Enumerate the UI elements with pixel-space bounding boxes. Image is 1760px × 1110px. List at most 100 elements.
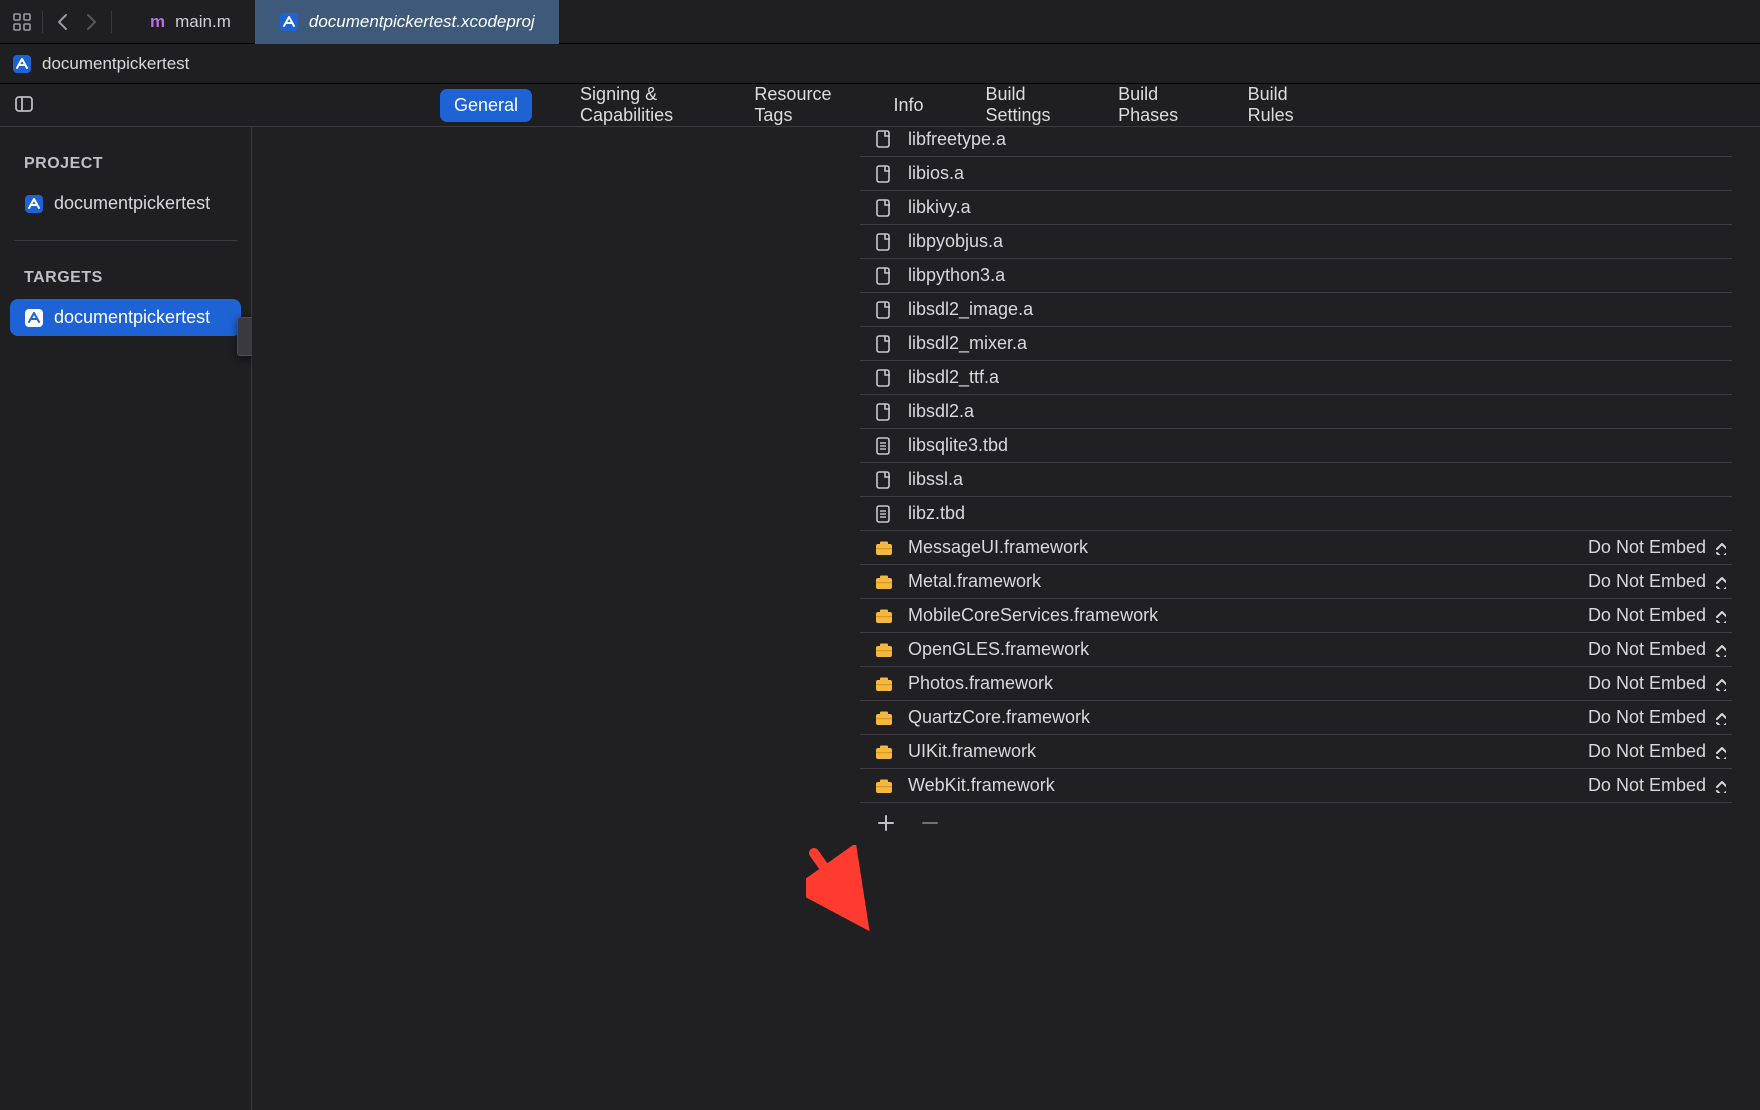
list-buttons [860,802,1732,842]
embed-label: Do Not Embed [1588,707,1706,728]
config-tab-build-settings[interactable]: Build Settings [972,78,1071,132]
sidebar-target-item[interactable]: documentpickertest [10,299,241,336]
table-row[interactable]: QuartzCore.frameworkDo Not Embed [860,700,1732,734]
table-row[interactable]: MobileCoreServices.frameworkDo Not Embed [860,598,1732,632]
table-row[interactable]: libkivy.a [860,190,1732,224]
tab-label: main.m [175,12,231,32]
table-row[interactable]: WebKit.frameworkDo Not Embed [860,768,1732,802]
tab-xcodeproj[interactable]: documentpickertest.xcodeproj [255,0,559,44]
tab-main-m[interactable]: m main.m [126,0,255,44]
file-name: libkivy.a [908,197,1732,218]
table-row[interactable]: libios.a [860,156,1732,190]
table-row[interactable]: libsdl2_image.a [860,292,1732,326]
archive-file-icon [872,402,896,422]
framework-icon [872,742,896,762]
chevron-updown-icon [1712,541,1726,555]
config-tab-info[interactable]: Info [879,89,937,122]
table-row[interactable]: libpyobjus.a [860,224,1732,258]
framework-icon [872,708,896,728]
file-name: libpython3.a [908,265,1732,286]
nav-forward-icon[interactable] [81,12,101,32]
embed-selector[interactable]: Do Not Embed [1588,571,1732,592]
divider [111,11,112,33]
file-name: libsqlite3.tbd [908,435,1732,456]
main-content: libfreetype.a libios.a libkivy.a libpyobjus… [252,127,1760,1110]
embed-selector[interactable]: Do Not Embed [1588,673,1732,694]
file-name: QuartzCore.framework [908,707,1588,728]
archive-file-icon [872,334,896,354]
chevron-updown-icon [1712,779,1726,793]
archive-file-icon [872,232,896,252]
tbd-file-icon [872,504,896,524]
framework-icon [872,572,896,592]
tab-label: documentpickertest.xcodeproj [309,12,535,32]
chevron-updown-icon [1712,575,1726,589]
sidebar-item-label: documentpickertest [54,193,210,214]
chevron-updown-icon [1712,677,1726,691]
table-row[interactable]: libssl.a [860,462,1732,496]
table-row[interactable]: libsdl2_mixer.a [860,326,1732,360]
file-name: libsdl2.a [908,401,1732,422]
sidebar-project-item[interactable]: documentpickertest [10,185,241,222]
chevron-updown-icon [1712,745,1726,759]
file-name: libz.tbd [908,503,1732,524]
embed-selector[interactable]: Do Not Embed [1588,537,1732,558]
toggle-sidebar-icon[interactable] [0,94,50,116]
file-name: libsdl2_image.a [908,299,1732,320]
config-tabs: General Signing & Capabilities Resource Ta… [440,78,1320,132]
embed-selector[interactable]: Do Not Embed [1588,775,1732,796]
table-row[interactable]: libsqlite3.tbd [860,428,1732,462]
archive-file-icon [872,300,896,320]
file-name: WebKit.framework [908,775,1588,796]
table-row[interactable]: UIKit.frameworkDo Not Embed [860,734,1732,768]
file-name: MobileCoreServices.framework [908,605,1588,626]
tbd-file-icon [872,436,896,456]
chevron-updown-icon [1712,711,1726,725]
related-items-icon[interactable] [12,12,32,32]
config-tab-signing-capabilities[interactable]: Signing & Capabilities [566,78,706,132]
archive-file-icon [872,129,896,149]
framework-icon [872,538,896,558]
file-name: libssl.a [908,469,1732,490]
file-name: libfreetype.a [908,129,1732,150]
table-row[interactable]: libsdl2.a [860,394,1732,428]
table-row[interactable]: MessageUI.frameworkDo Not Embed [860,530,1732,564]
archive-file-icon [872,470,896,490]
embed-selector[interactable]: Do Not Embed [1588,707,1732,728]
embed-label: Do Not Embed [1588,605,1706,626]
nav-back-icon[interactable] [53,12,73,32]
config-tab-build-rules[interactable]: Build Rules [1234,78,1320,132]
chevron-updown-icon [1712,643,1726,657]
table-row[interactable]: Metal.frameworkDo Not Embed [860,564,1732,598]
file-name: libios.a [908,163,1732,184]
sidebar-header-targets: TARGETS [10,263,241,299]
embed-label: Do Not Embed [1588,741,1706,762]
table-row[interactable]: libsdl2_ttf.a [860,360,1732,394]
file-name: UIKit.framework [908,741,1588,762]
table-row[interactable]: Photos.frameworkDo Not Embed [860,666,1732,700]
config-tab-general[interactable]: General [440,89,532,122]
file-name: OpenGLES.framework [908,639,1588,660]
add-button[interactable] [876,813,896,833]
divider [14,240,237,241]
framework-icon [872,606,896,626]
xcode-project-icon [279,12,299,32]
file-name: Photos.framework [908,673,1588,694]
sidebar-item-label: documentpickertest [54,307,210,328]
embed-selector[interactable]: Do Not Embed [1588,741,1732,762]
config-tab-build-phases[interactable]: Build Phases [1104,78,1199,132]
framework-icon [872,640,896,660]
embed-selector[interactable]: Do Not Embed [1588,639,1732,660]
table-row[interactable]: libpython3.a [860,258,1732,292]
table-row[interactable]: OpenGLES.frameworkDo Not Embed [860,632,1732,666]
embed-label: Do Not Embed [1588,639,1706,660]
table-row[interactable]: libz.tbd [860,496,1732,530]
remove-button[interactable] [920,813,940,833]
app-target-icon [24,308,44,328]
embed-selector[interactable]: Do Not Embed [1588,605,1732,626]
file-name: MessageUI.framework [908,537,1588,558]
table-row[interactable]: libfreetype.a [860,127,1732,156]
config-tab-resource-tags[interactable]: Resource Tags [740,78,845,132]
file-name: libsdl2_mixer.a [908,333,1732,354]
framework-icon [872,674,896,694]
